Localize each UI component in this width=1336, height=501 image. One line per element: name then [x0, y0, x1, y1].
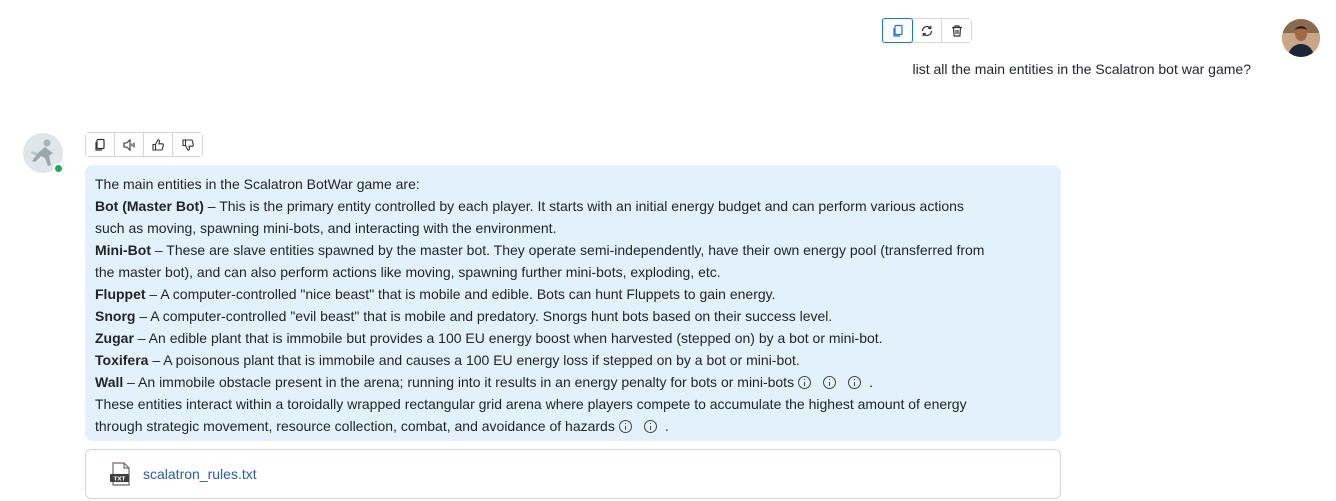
citation-info-icon[interactable] — [798, 376, 812, 389]
entity-name: Bot (Master Bot) — [95, 198, 204, 214]
thumbs-up-icon — [152, 138, 164, 151]
entity-name: Snorg — [95, 308, 136, 324]
entity-name: Toxifera — [95, 352, 149, 368]
period: . — [664, 418, 669, 434]
regenerate-icon — [921, 25, 933, 36]
entity-name: Wall — [95, 374, 124, 390]
period: . — [869, 374, 873, 390]
entity-item: Fluppet – A computer-controlled "nice be… — [95, 283, 1051, 305]
copy-button[interactable] — [882, 18, 913, 43]
citation-info-icon[interactable] — [848, 376, 862, 389]
entity-description: – These are slave entities spawned by th… — [150, 242, 985, 258]
entity-description-cont: such as moving, spawning mini-bots, and … — [95, 220, 557, 236]
speaker-icon — [123, 138, 135, 151]
copy-button[interactable] — [86, 133, 115, 156]
assistant-message-actions — [85, 132, 203, 157]
chat-view: list all the main entities in the Scalat… — [0, 0, 1336, 501]
entity-description: – A poisonous plant that is immobile and… — [148, 352, 800, 368]
summary-text-cont: through strategic movement, resource col… — [95, 415, 1051, 437]
entity-name: Fluppet — [95, 286, 146, 302]
entity-item: Bot (Master Bot) – This is the primary e… — [95, 195, 1051, 217]
copy-icon — [892, 24, 903, 37]
delete-button[interactable] — [942, 19, 971, 42]
read-aloud-button[interactable] — [115, 133, 144, 156]
entity-item: Mini-Bot – These are slave entities spaw… — [95, 239, 1051, 261]
citation-info-icon[interactable] — [823, 376, 837, 389]
entity-description: – A computer-controlled "nice beast" tha… — [145, 286, 776, 302]
entity-item: Wall – An immobile obstacle present in t… — [95, 371, 1051, 393]
entity-item: Toxifera – A poisonous plant that is imm… — [95, 349, 1051, 371]
entity-name: Zugar — [95, 330, 134, 346]
delete-icon — [951, 24, 962, 37]
entity-item: Zugar – An edible plant that is immobile… — [95, 327, 1051, 349]
file-type-label: TXT — [114, 476, 126, 482]
summary-text-tail: through strategic movement, resource col… — [95, 418, 615, 434]
entity-description: – This is the primary entity controlled … — [203, 198, 964, 214]
summary-text: These entities interact within a toroida… — [95, 396, 967, 412]
thumbs-down-icon — [181, 138, 194, 151]
citation-info-icon[interactable] — [643, 420, 657, 433]
entity-description: – A computer-controlled "evil beast" tha… — [135, 308, 833, 324]
citation-info-icon[interactable] — [618, 420, 632, 433]
attachment-card[interactable]: TXT scalatron_rules.txt — [85, 449, 1061, 499]
attachment-file-name[interactable]: scalatron_rules.txt — [143, 466, 257, 482]
entity-name: Mini-Bot — [95, 242, 151, 258]
entity-description: – An edible plant that is immobile but p… — [133, 330, 883, 346]
intro-text: The main entities in the Scalatron BotWa… — [95, 176, 420, 192]
assistant-message-bubble: The main entities in the Scalatron BotWa… — [85, 165, 1061, 441]
user-message-text: list all the main entities in the Scalat… — [912, 61, 1251, 77]
entity-description: – An immobile obstacle present in the ar… — [123, 374, 795, 390]
entity-description-cont: the master bot), and can also perform ac… — [95, 264, 721, 280]
thumbs-up-button[interactable] — [144, 133, 173, 156]
txt-file-icon: TXT — [110, 462, 130, 486]
regenerate-button[interactable] — [913, 19, 942, 42]
thumbs-down-button[interactable] — [173, 133, 202, 156]
user-photo — [1282, 19, 1320, 57]
user-avatar[interactable] — [1282, 19, 1320, 57]
entity-item: Snorg – A computer-controlled "evil beas… — [95, 305, 1051, 327]
copy-icon — [95, 138, 105, 151]
user-message-actions — [882, 18, 972, 43]
online-status-dot — [53, 163, 64, 174]
